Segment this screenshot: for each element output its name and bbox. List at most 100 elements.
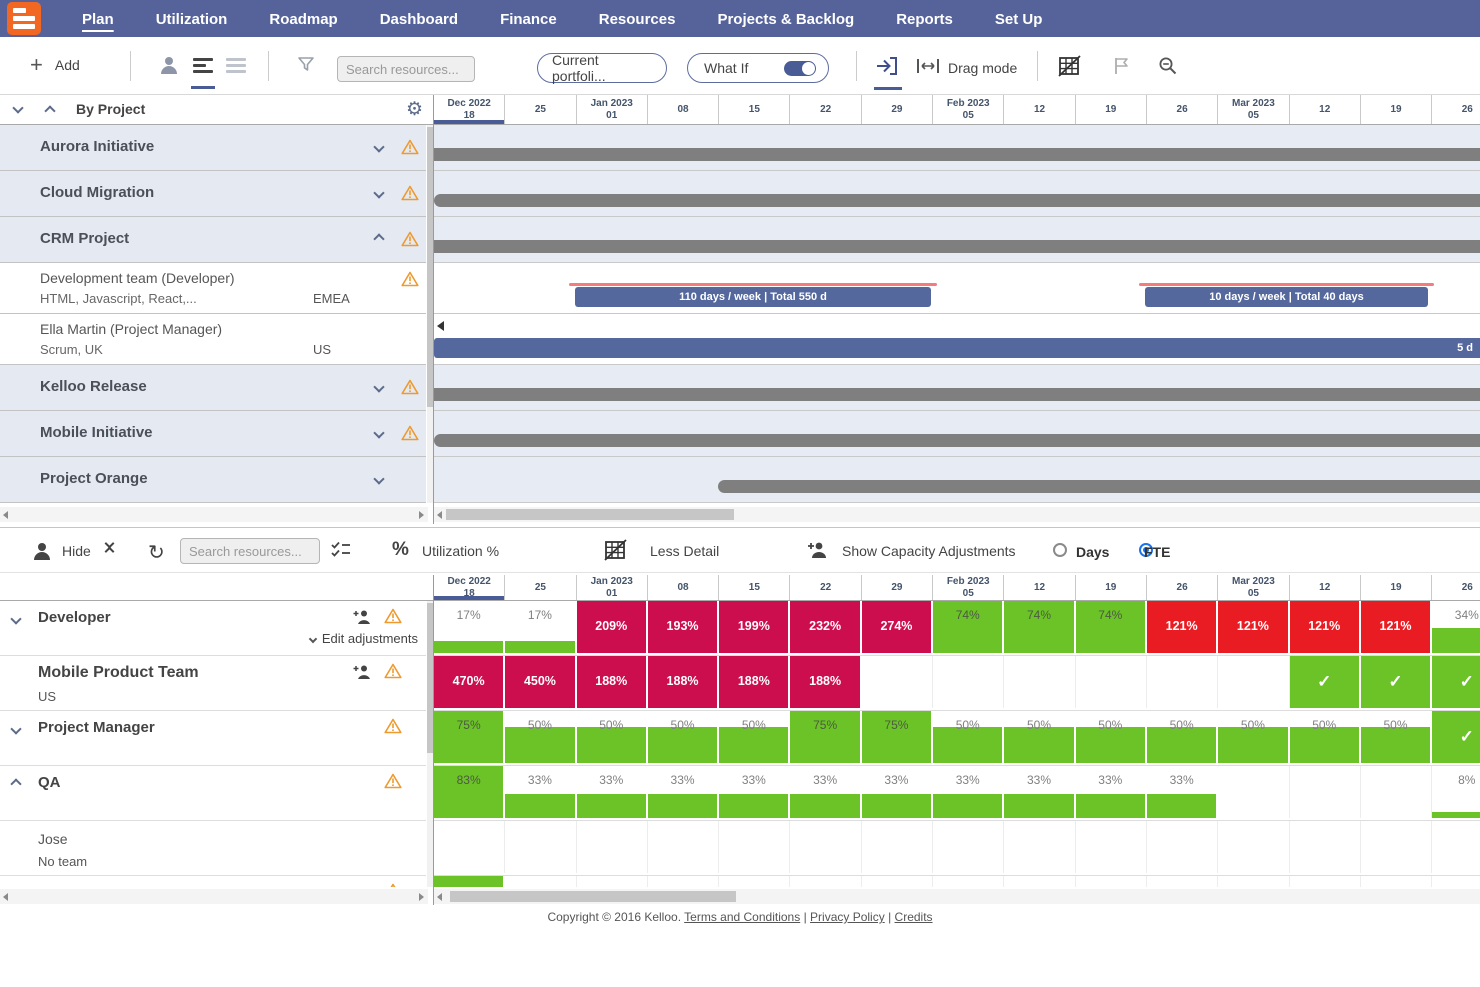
resource-group-row-test-analyst[interactable]: Test Analyst bbox=[0, 876, 426, 887]
nav-item-reports[interactable]: Reports bbox=[875, 2, 974, 35]
resource-group-row-mobile-product-team[interactable]: Mobile Product TeamUS bbox=[0, 656, 426, 711]
warning-icon[interactable] bbox=[401, 185, 419, 206]
filter-icon[interactable] bbox=[296, 55, 316, 80]
less-detail-label[interactable]: Less Detail bbox=[650, 543, 719, 559]
timeline-col-26[interactable]: 26 bbox=[1147, 95, 1218, 124]
task-bar[interactable]: 110 days / week | Total 550 d bbox=[575, 287, 931, 307]
chevron-down-icon[interactable] bbox=[373, 473, 384, 484]
flag-icon[interactable] bbox=[1112, 56, 1132, 81]
warning-icon[interactable] bbox=[384, 663, 402, 684]
numbered-list-view-icon[interactable] bbox=[226, 58, 246, 76]
person-add-icon[interactable] bbox=[806, 541, 830, 564]
chevron-up-icon[interactable] bbox=[10, 778, 21, 789]
nav-item-finance[interactable]: Finance bbox=[479, 2, 578, 35]
kelloo-logo-icon[interactable] bbox=[7, 2, 41, 35]
task-bar[interactable]: 10 days / week | Total 40 days bbox=[1145, 287, 1428, 307]
timeline-col-15[interactable]: 15 bbox=[719, 575, 790, 600]
project-panel-hscrollbar[interactable] bbox=[0, 507, 428, 522]
resource-group-row-qa[interactable]: QA bbox=[0, 766, 426, 821]
add-button[interactable]: + Add bbox=[30, 54, 80, 76]
timeline-col-mar-2023-05[interactable]: Mar 202305 bbox=[1218, 575, 1289, 600]
zoom-out-icon[interactable] bbox=[1158, 56, 1178, 81]
timeline-col-29[interactable]: 29 bbox=[862, 575, 933, 600]
warning-icon[interactable] bbox=[384, 773, 402, 794]
chevron-down-icon[interactable] bbox=[373, 427, 384, 438]
person-add-icon[interactable] bbox=[352, 609, 374, 630]
nav-item-resources[interactable]: Resources bbox=[578, 2, 697, 35]
summary-bar[interactable] bbox=[718, 480, 1480, 493]
resource-group-row-developer[interactable]: DeveloperEdit adjustments bbox=[0, 601, 426, 656]
timeline-col-12[interactable]: 12 bbox=[1004, 95, 1075, 124]
resource-row-ella-martin-project-manager[interactable]: Ella Martin (Project Manager)Scrum, UKUS bbox=[0, 314, 426, 365]
nav-item-utilization[interactable]: Utilization bbox=[135, 2, 249, 35]
warning-icon[interactable] bbox=[384, 608, 402, 629]
warning-icon[interactable] bbox=[384, 718, 402, 739]
chevron-down-icon[interactable] bbox=[10, 613, 21, 624]
chevron-down-icon[interactable] bbox=[373, 187, 384, 198]
chevron-down-icon[interactable] bbox=[373, 141, 384, 152]
timeline-col-19[interactable]: 19 bbox=[1361, 575, 1432, 600]
collapse-all-icon[interactable] bbox=[44, 105, 55, 116]
task-bar[interactable]: 5 d bbox=[434, 338, 1480, 358]
resource-view-icon[interactable] bbox=[160, 57, 178, 75]
timeline-col-15[interactable]: 15 bbox=[719, 95, 790, 124]
project-row-crm-project[interactable]: CRM Project bbox=[0, 217, 426, 263]
resource-panel-hscrollbar[interactable] bbox=[0, 889, 428, 904]
fte-radio-label[interactable]: FTE bbox=[1144, 544, 1170, 560]
search-resources-input[interactable] bbox=[337, 56, 475, 82]
project-row-cloud-migration[interactable]: Cloud Migration bbox=[0, 171, 426, 217]
person-add-icon[interactable] bbox=[352, 664, 374, 685]
resource-group-row-project-manager[interactable]: Project Manager bbox=[0, 711, 426, 766]
nav-item-plan[interactable]: Plan bbox=[61, 2, 135, 35]
list-view-icon[interactable] bbox=[193, 58, 213, 76]
chevron-down-icon[interactable] bbox=[10, 723, 21, 734]
timeline-col-26[interactable]: 26 bbox=[1432, 95, 1480, 124]
timeline-col-feb-2023-05[interactable]: Feb 202305 bbox=[933, 95, 1004, 124]
expand-all-icon[interactable] bbox=[12, 102, 23, 113]
timeline-col-26[interactable]: 26 bbox=[1432, 575, 1480, 600]
timeline-col-mar-2023-05[interactable]: Mar 202305 bbox=[1218, 95, 1289, 124]
warning-icon[interactable] bbox=[401, 425, 419, 446]
timeline-col-jan-2023-01[interactable]: Jan 202301 bbox=[577, 95, 648, 124]
nav-item-set-up[interactable]: Set Up bbox=[974, 2, 1064, 35]
hide-button[interactable]: Hide bbox=[62, 543, 91, 559]
summary-bar[interactable] bbox=[434, 434, 1480, 447]
timeline-col-25[interactable]: 25 bbox=[505, 95, 576, 124]
drag-width-icon[interactable] bbox=[916, 57, 940, 80]
timeline-col-dec-2022-18[interactable]: Dec 202218 bbox=[434, 575, 505, 600]
timeline-col-25[interactable]: 25 bbox=[505, 575, 576, 600]
timeline-col-12[interactable]: 12 bbox=[1004, 575, 1075, 600]
search-resources-bottom-input[interactable] bbox=[180, 538, 320, 564]
timeline-col-12[interactable]: 12 bbox=[1290, 95, 1361, 124]
timeline-col-22[interactable]: 22 bbox=[790, 575, 861, 600]
warning-icon[interactable] bbox=[384, 883, 402, 887]
scroll-left-marker[interactable] bbox=[437, 321, 444, 331]
hide-grid-icon[interactable] bbox=[1058, 55, 1082, 82]
portfolio-selector[interactable]: Current portfoli... bbox=[537, 53, 667, 83]
summary-bar[interactable] bbox=[434, 388, 1480, 401]
less-detail-icon[interactable] bbox=[604, 539, 628, 566]
timeline-col-19[interactable]: 19 bbox=[1076, 95, 1147, 124]
summary-bar[interactable] bbox=[434, 194, 1480, 207]
project-row-kelloo-release[interactable]: Kelloo Release bbox=[0, 365, 426, 411]
timeline-col-08[interactable]: 08 bbox=[648, 95, 719, 124]
days-radio[interactable] bbox=[1053, 543, 1067, 557]
days-radio-label[interactable]: Days bbox=[1076, 544, 1109, 560]
warning-icon[interactable] bbox=[401, 231, 419, 252]
project-row-project-orange[interactable]: Project Orange bbox=[0, 457, 426, 503]
settings-gear-icon[interactable]: ⚙ bbox=[406, 98, 423, 121]
nav-item-projects-backlog[interactable]: Projects & Backlog bbox=[696, 2, 875, 35]
chevron-down-icon[interactable] bbox=[309, 634, 317, 642]
timeline-col-08[interactable]: 08 bbox=[648, 575, 719, 600]
go-to-icon[interactable] bbox=[874, 55, 900, 82]
project-row-mobile-initiative[interactable]: Mobile Initiative bbox=[0, 411, 426, 457]
privacy-link[interactable]: Privacy Policy bbox=[810, 910, 885, 924]
project-row-aurora-initiative[interactable]: Aurora Initiative bbox=[0, 125, 426, 171]
terms-link[interactable]: Terms and Conditions bbox=[684, 910, 800, 924]
resource-row-development-team-developer[interactable]: Development team (Developer)HTML, Javasc… bbox=[0, 263, 426, 314]
nav-item-roadmap[interactable]: Roadmap bbox=[248, 2, 358, 35]
refresh-icon[interactable]: ↻ bbox=[148, 540, 165, 565]
select-columns-icon[interactable] bbox=[330, 540, 352, 565]
timeline-col-12[interactable]: 12 bbox=[1290, 575, 1361, 600]
timeline-col-19[interactable]: 19 bbox=[1076, 575, 1147, 600]
